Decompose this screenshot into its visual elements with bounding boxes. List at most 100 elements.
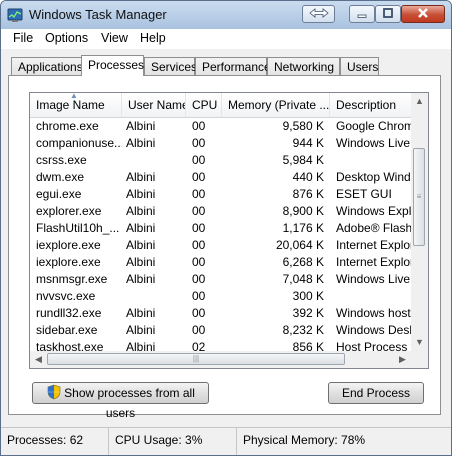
- table-row[interactable]: companionuse... Albini 00 944 K Windows Live…: [30, 135, 411, 152]
- process-memory: 944 K: [292, 136, 324, 150]
- minimize-button[interactable]: [349, 5, 375, 23]
- tab-applications[interactable]: Applications: [11, 57, 83, 75]
- process-memory: 876 K: [292, 187, 324, 201]
- scroll-down-icon[interactable]: ▼: [411, 334, 428, 351]
- status-processes: Processes: 62: [1, 428, 109, 455]
- window-title: Windows Task Manager: [29, 7, 167, 22]
- column-cpu[interactable]: CPU: [186, 93, 222, 117]
- minimize-icon: [357, 14, 367, 18]
- scroll-left-icon[interactable]: ◀: [30, 351, 47, 368]
- grip-icon: |||: [192, 354, 200, 363]
- button-label: Show processes from all users: [64, 386, 195, 420]
- scroll-up-icon[interactable]: ▲: [411, 93, 428, 110]
- table-row[interactable]: msnmsgr.exe Albini 00 7,048 K Windows Live M: [30, 271, 411, 288]
- tab-networking[interactable]: Networking: [267, 57, 340, 75]
- process-rows: chrome.exe Albini 00 9,580 K Google Chrome co…: [30, 118, 411, 351]
- column-image-name[interactable]: ▲ Image Name: [30, 93, 122, 117]
- process-memory: 7,048 K: [282, 272, 324, 286]
- status-cpu-usage: CPU Usage: 3%: [109, 428, 237, 455]
- vertical-scroll-thumb[interactable]: ≡: [413, 148, 425, 246]
- process-user: [126, 288, 186, 305]
- process-description: Google Chrome: [336, 119, 411, 133]
- task-manager-window: Windows Task Manager File Options View H…: [0, 0, 452, 456]
- tab-performance[interactable]: Performance: [195, 57, 271, 75]
- table-row[interactable]: dwm.exe Albini 00 440 K Desktop Windo: [30, 169, 411, 186]
- show-all-processes-button[interactable]: Show processes from all users: [32, 382, 209, 420]
- scroll-right-icon[interactable]: ▶: [394, 351, 411, 368]
- close-button[interactable]: [401, 5, 445, 23]
- process-cpu: 00: [192, 255, 206, 269]
- process-name: egui.exe: [36, 187, 82, 201]
- process-name: iexplore.exe: [36, 238, 101, 252]
- process-description: [336, 288, 411, 305]
- end-process-button[interactable]: End Process: [328, 382, 424, 404]
- process-description: Internet Explor: [336, 255, 411, 269]
- process-user: Albini: [126, 306, 156, 320]
- menu-file[interactable]: File: [13, 31, 33, 45]
- process-name: iexplore.exe: [36, 255, 101, 269]
- column-description[interactable]: Description: [330, 93, 411, 117]
- double-arrow-icon: [308, 8, 329, 18]
- process-user: Albini: [126, 204, 156, 218]
- column-user-name[interactable]: User Name: [122, 93, 186, 117]
- process-description: Windows Explo: [336, 204, 411, 218]
- process-name: companionuse...: [36, 136, 122, 150]
- process-name: taskhost.exe: [36, 340, 104, 351]
- table-row[interactable]: taskhost.exe Albini 02 856 K Host Process fo: [30, 339, 411, 351]
- process-memory: 9,580 K: [282, 119, 324, 133]
- table-row[interactable]: egui.exe Albini 00 876 K ESET GUI: [30, 186, 411, 203]
- vertical-scrollbar[interactable]: ▲ ≡ ▼: [411, 93, 428, 351]
- table-row[interactable]: chrome.exe Albini 00 9,580 K Google Chrome: [30, 118, 411, 135]
- process-user: Albini: [126, 255, 156, 269]
- tab-users[interactable]: Users: [340, 57, 379, 75]
- tab-services[interactable]: Services: [144, 57, 197, 75]
- table-row[interactable]: FlashUtil10h_... Albini 00 1,176 K Adobe® Fl…: [30, 220, 411, 237]
- tab-processes[interactable]: Processes: [81, 55, 144, 76]
- switch-window-button[interactable]: [302, 5, 335, 23]
- process-cpu: 00: [192, 272, 206, 286]
- table-row[interactable]: nvvsvc.exe 00 300 K: [30, 288, 411, 305]
- column-label: User Name: [128, 98, 186, 112]
- menu-options[interactable]: Options: [45, 31, 88, 45]
- horizontal-scrollbar[interactable]: ◀ ||| ▶: [30, 351, 411, 368]
- process-name: rundll32.exe: [36, 306, 102, 320]
- process-user: Albini: [126, 323, 156, 337]
- table-row[interactable]: rundll32.exe Albini 00 392 K Windows host p: [30, 305, 411, 322]
- title-bar[interactable]: Windows Task Manager: [1, 1, 451, 29]
- table-row[interactable]: csrss.exe 00 5,984 K: [30, 152, 411, 169]
- process-name: msnmsgr.exe: [36, 272, 108, 286]
- process-description: [336, 152, 411, 169]
- process-name: csrss.exe: [36, 153, 87, 167]
- process-list[interactable]: ▲ Image Name User Name CPU Memory (Priva…: [29, 92, 429, 369]
- process-name: FlashUtil10h_...: [36, 221, 120, 235]
- processes-panel: ▲ Image Name User Name CPU Memory (Priva…: [8, 75, 441, 420]
- process-cpu: 00: [192, 323, 206, 337]
- table-row[interactable]: sidebar.exe Albini 00 8,232 K Windows Deskt: [30, 322, 411, 339]
- process-cpu: 02: [192, 340, 206, 351]
- close-icon: [418, 8, 428, 18]
- menu-view[interactable]: View: [101, 31, 128, 45]
- column-label: Memory (Private ...: [228, 98, 330, 112]
- horizontal-scroll-thumb[interactable]: |||: [47, 353, 345, 365]
- process-user: Albini: [126, 170, 156, 184]
- process-name: chrome.exe: [36, 119, 99, 133]
- process-description: Windows Live M: [336, 136, 411, 150]
- table-row[interactable]: explorer.exe Albini 00 8,900 K Windows Explo: [30, 203, 411, 220]
- menu-help[interactable]: Help: [140, 31, 166, 45]
- process-user: [126, 152, 186, 169]
- process-cpu: 00: [192, 170, 206, 184]
- process-cpu: 00: [192, 289, 206, 303]
- process-cpu: 00: [192, 187, 206, 201]
- table-row[interactable]: iexplore.exe Albini 00 6,268 K Internet Expl…: [30, 254, 411, 271]
- process-cpu: 00: [192, 238, 206, 252]
- column-header-row: ▲ Image Name User Name CPU Memory (Priva…: [30, 93, 411, 118]
- column-memory[interactable]: Memory (Private ...: [222, 93, 330, 117]
- table-row[interactable]: iexplore.exe Albini 00 20,064 K Internet Exp…: [30, 237, 411, 254]
- process-memory: 1,176 K: [282, 221, 324, 235]
- scrollbar-corner: [411, 351, 428, 368]
- process-cpu: 00: [192, 153, 206, 167]
- maximize-button[interactable]: [375, 5, 401, 23]
- process-cpu: 00: [192, 136, 206, 150]
- process-description: Desktop Windo: [336, 170, 411, 184]
- shield-icon: [47, 384, 61, 400]
